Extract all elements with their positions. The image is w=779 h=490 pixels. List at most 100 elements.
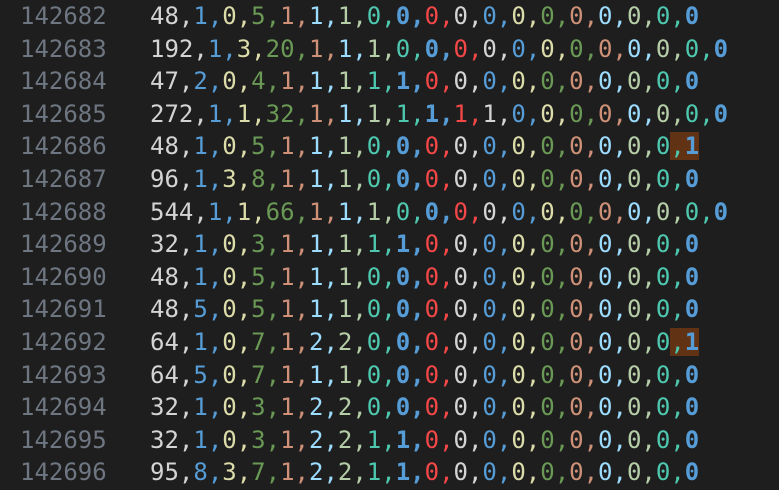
csv-field: 0 <box>482 327 497 356</box>
csv-delimiter: , <box>496 458 512 487</box>
csv-field: 0 <box>598 34 613 63</box>
csv-field: 48 <box>150 2 179 30</box>
csv-delimiter: , <box>554 230 570 259</box>
line-text[interactable]: 48,5,0,5,1,1,1,0,0,0,0,0,0,0,0,0,0,0,0 <box>126 293 699 326</box>
editor-line[interactable]: 142695 32,1,0,3,1,2,2,1,1,0,0,0,0,0,0,0,0… <box>0 424 779 457</box>
csv-delimiter: , <box>265 164 281 193</box>
line-text[interactable]: 272,1,1,32,1,1,1,1,1,1,1,0,0,0,0,0,0,0,0 <box>126 98 728 131</box>
csv-field: 0 <box>540 67 555 96</box>
csv-delimiter: , <box>641 230 656 259</box>
csv-field: 0 <box>655 2 671 30</box>
editor-line[interactable]: 142693 64,5,0,7,1,1,1,0,0,0,0,0,0,0,0,0,0… <box>0 359 779 392</box>
line-text[interactable]: 95,8,3,7,1,2,2,1,1,0,0,0,0,0,0,0,0,0,0 <box>126 456 699 489</box>
csv-delimiter: , <box>496 393 512 422</box>
line-text[interactable]: 32,1,0,3,1,2,2,0,0,0,0,0,0,0,0,0,0,0,0 <box>126 391 699 424</box>
editor-line[interactable]: 142690 48,1,0,5,1,1,1,0,0,0,0,0,0,0,0,0,0… <box>0 261 779 294</box>
csv-delimiter: , <box>554 2 570 30</box>
csv-delimiter: , <box>583 230 599 259</box>
csv-delimiter: , <box>410 230 425 259</box>
line-text[interactable]: 64,5,0,7,1,1,1,0,0,0,0,0,0,0,0,0,0,0,0 <box>126 359 699 392</box>
csv-field: 0 <box>366 132 382 161</box>
line-text[interactable]: 32,1,0,3,1,1,1,1,1,0,0,0,0,0,0,0,0,0,0 <box>126 228 699 261</box>
csv-delimiter: , <box>410 360 425 389</box>
editor-line[interactable]: 142685 272,1,1,32,1,1,1,1,1,1,1,0,0,0,0,0… <box>0 98 779 131</box>
csv-delimiter: , <box>236 2 252 30</box>
csv-field: 0 <box>598 458 613 487</box>
csv-field: 0 <box>395 164 411 193</box>
csv-delimiter: , <box>583 458 599 487</box>
csv-field: 1 <box>337 132 353 161</box>
csv-field: 0 <box>569 132 584 161</box>
csv-field: 32 <box>150 425 179 454</box>
csv-delimiter: , <box>323 458 338 487</box>
editor-line[interactable]: 142689 32,1,0,3,1,1,1,1,1,0,0,0,0,0,0,0,0… <box>0 228 779 261</box>
csv-delimiter: , <box>467 99 483 128</box>
line-text[interactable]: 96,1,3,8,1,1,1,0,0,0,0,0,0,0,0,0,0,0,0 <box>126 163 699 196</box>
csv-field: 1 <box>337 360 353 389</box>
editor-line[interactable]: 142691 48,5,0,5,1,1,1,0,0,0,0,0,0,0,0,0,0… <box>0 293 779 326</box>
csv-field: 0 <box>569 197 584 226</box>
csv-delimiter: , <box>467 164 483 193</box>
csv-delimiter: , <box>554 34 570 63</box>
csv-delimiter: , <box>294 132 309 161</box>
csv-delimiter: , <box>583 67 599 96</box>
csv-delimiter: , <box>496 34 512 63</box>
line-text[interactable]: 544,1,1,66,1,1,1,0,0,0,0,0,0,0,0,0,0,0,0 <box>126 196 728 229</box>
csv-field: 0 <box>569 295 584 324</box>
editor-line[interactable]: 142683 192,1,3,20,1,1,1,0,0,0,0,0,0,0,0,0… <box>0 33 779 66</box>
csv-field: 0 <box>626 230 642 259</box>
csv-delimiter: , <box>193 99 208 128</box>
csv-field: 0 <box>684 262 700 291</box>
line-text[interactable]: 192,1,3,20,1,1,1,0,0,0,0,0,0,0,0,0,0,0,0 <box>126 33 728 66</box>
csv-field: 0 <box>684 360 700 389</box>
line-text[interactable]: 48,1,0,5,1,1,1,0,0,0,0,0,0,0,0,0,0,0,1 <box>126 130 700 163</box>
line-text[interactable]: 32,1,0,3,1,2,2,1,1,0,0,0,0,0,0,0,0,0,0 <box>126 424 699 457</box>
csv-field: 0 <box>453 327 468 356</box>
csv-delimiter: , <box>265 458 281 487</box>
csv-field: 0 <box>626 393 642 422</box>
csv-field: 1 <box>280 327 295 356</box>
csv-field: 0 <box>424 197 440 226</box>
editor-line[interactable]: 142687 96,1,3,8,1,1,1,0,0,0,0,0,0,0,0,0,0… <box>0 163 779 196</box>
csv-field: 0 <box>424 393 440 422</box>
csv-field: 1 <box>308 99 324 128</box>
csv-field: 0 <box>395 34 411 63</box>
csv-field: 0 <box>424 327 440 356</box>
csv-field: 1 <box>366 458 382 487</box>
csv-delimiter: , <box>381 99 396 128</box>
line-text[interactable]: 47,2,0,4,1,1,1,1,1,0,0,0,0,0,0,0,0,0,0 <box>126 65 699 98</box>
csv-delimiter: , <box>641 458 656 487</box>
csv-delimiter: , <box>207 327 223 356</box>
csv-field: 0 <box>395 327 411 356</box>
csv-field: 0 <box>511 67 526 96</box>
editor-line[interactable]: 142686 48,1,0,5,1,1,1,0,0,0,0,0,0,0,0,0,0… <box>0 130 779 163</box>
csv-delimiter: , <box>178 262 194 291</box>
csv-delimiter: , <box>525 295 541 324</box>
csv-delimiter: , <box>496 67 512 96</box>
editor-line[interactable]: 142694 32,1,0,3,1,2,2,0,0,0,0,0,0,0,0,0,0… <box>0 391 779 424</box>
csv-delimiter: , <box>670 230 685 259</box>
csv-delimiter: , <box>467 197 483 226</box>
csv-field: 0 <box>424 230 440 259</box>
csv-field: 64 <box>150 327 179 356</box>
line-text[interactable]: 48,1,0,5,1,1,1,0,0,0,0,0,0,0,0,0,0,0,0 <box>126 0 699 33</box>
csv-editor[interactable]: 142682 48,1,0,5,1,1,1,0,0,0,0,0,0,0,0,0,0… <box>0 0 779 489</box>
csv-field: 1 <box>366 425 382 454</box>
csv-field: 1 <box>280 360 295 389</box>
csv-delimiter: , <box>352 99 367 128</box>
csv-field: 1 <box>308 67 324 96</box>
editor-line[interactable]: 142682 48,1,0,5,1,1,1,0,0,0,0,0,0,0,0,0,0… <box>0 0 779 33</box>
editor-line[interactable]: 142684 47,2,0,4,1,1,1,1,1,0,0,0,0,0,0,0,0… <box>0 65 779 98</box>
csv-delimiter: , <box>236 132 252 161</box>
csv-delimiter: , <box>265 67 281 96</box>
editor-line[interactable]: 142688 544,1,1,66,1,1,1,0,0,0,0,0,0,0,0,0… <box>0 196 779 229</box>
csv-delimiter: , <box>583 425 599 454</box>
csv-delimiter: , <box>381 67 396 96</box>
line-text[interactable]: 64,1,0,7,1,2,2,0,0,0,0,0,0,0,0,0,0,0,1 <box>126 326 700 359</box>
editor-line[interactable]: 142692 64,1,0,7,1,2,2,0,0,0,0,0,0,0,0,0,0… <box>0 326 779 359</box>
line-text[interactable]: 48,1,0,5,1,1,1,0,0,0,0,0,0,0,0,0,0,0,0 <box>126 261 699 294</box>
csv-delimiter: , <box>352 132 367 161</box>
csv-delimiter: , <box>352 295 367 324</box>
csv-delimiter: , <box>612 458 627 487</box>
editor-line[interactable]: 142696 95,8,3,7,1,2,2,1,1,0,0,0,0,0,0,0,0… <box>0 456 779 489</box>
